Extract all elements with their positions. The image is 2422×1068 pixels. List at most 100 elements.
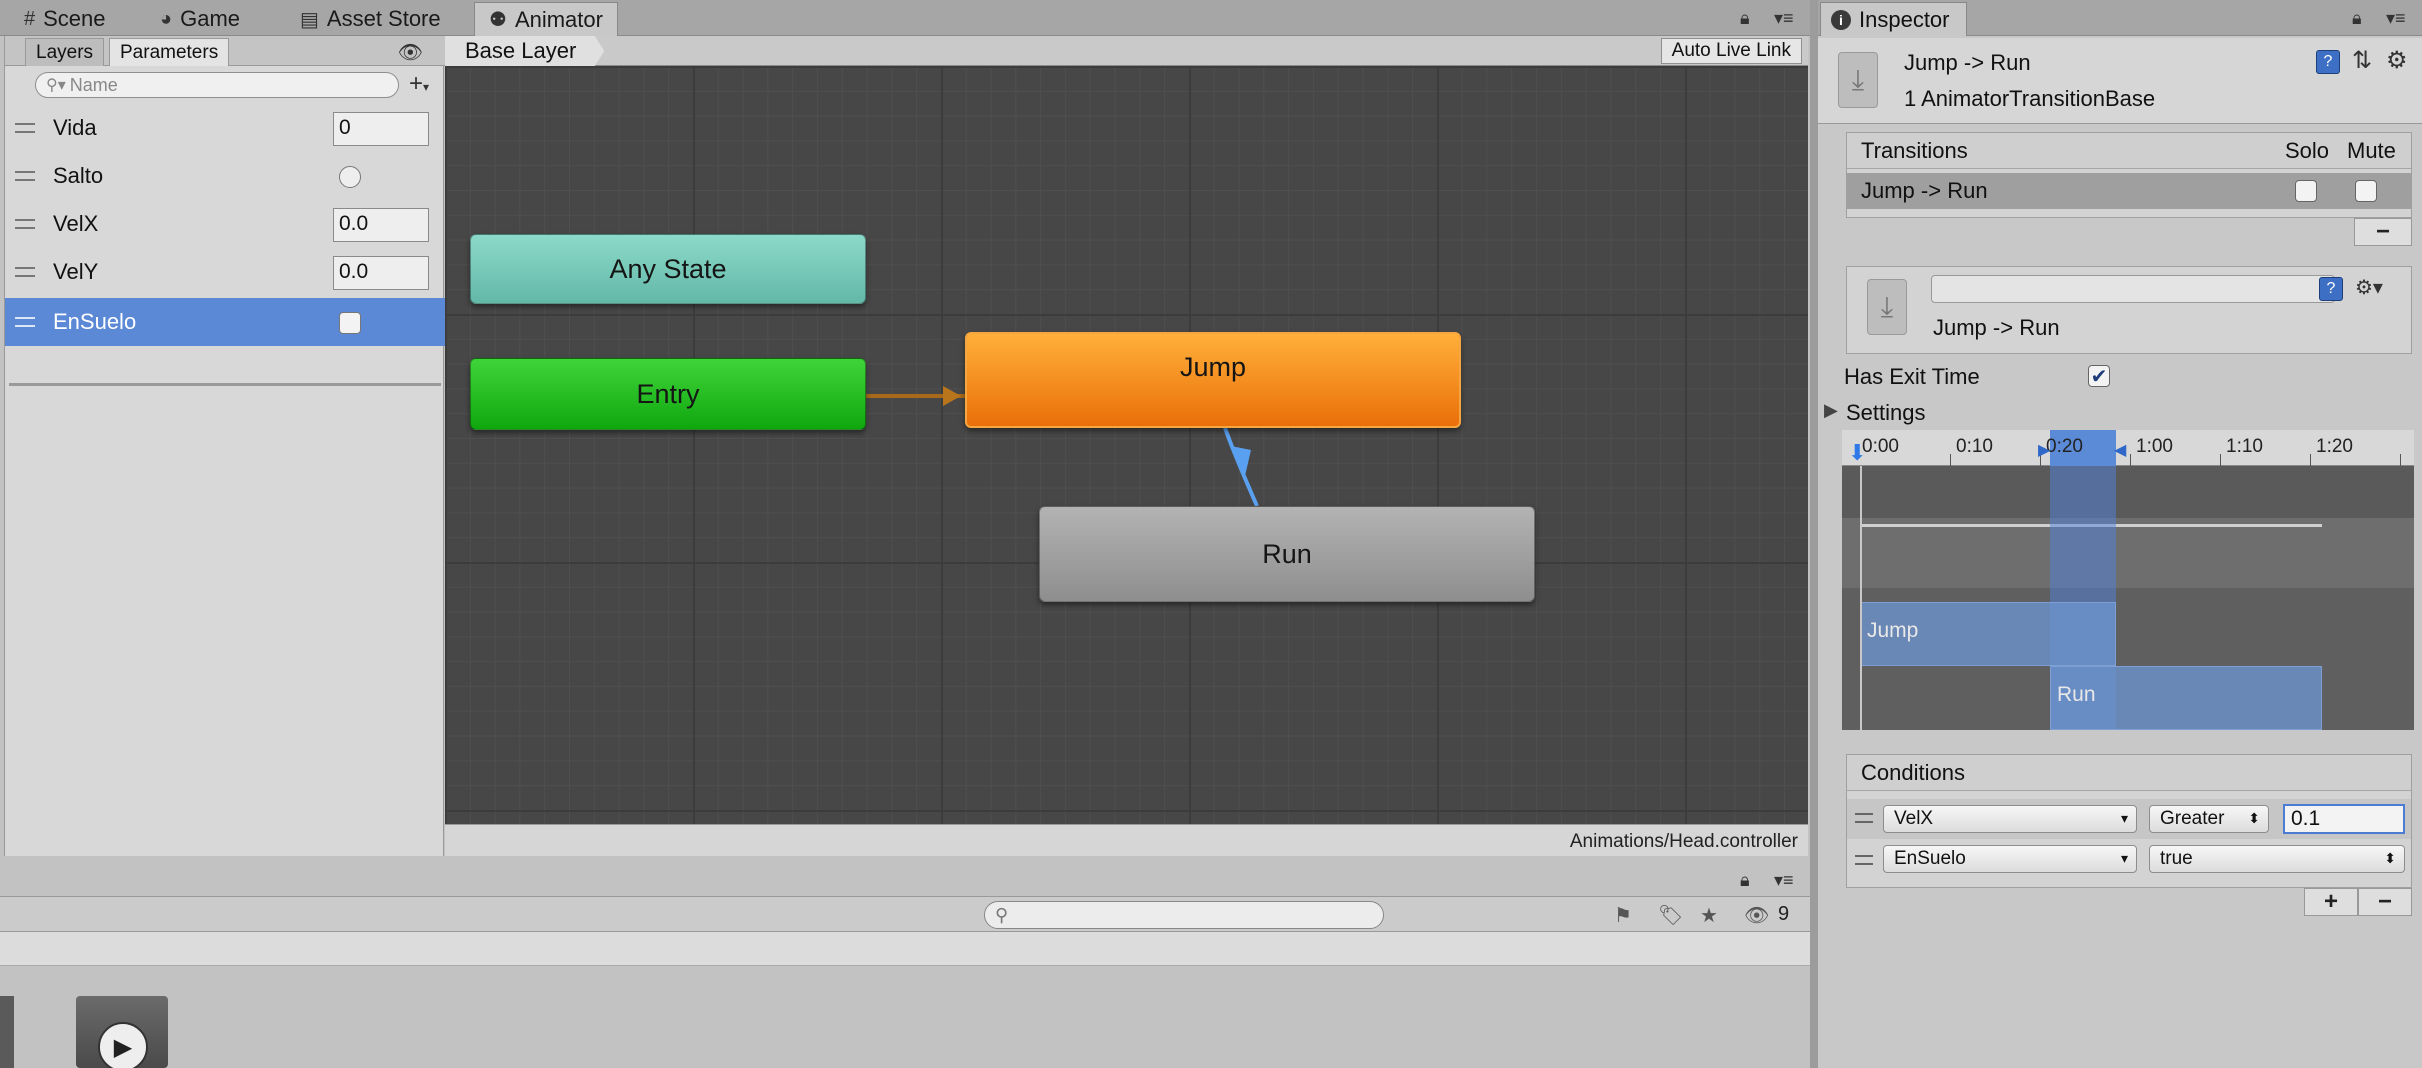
parameter-name: Salto [53, 163, 104, 188]
gear-icon[interactable]: ⚙ [2386, 46, 2408, 75]
parameter-row-ensuelo[interactable]: EnSuelo [5, 298, 445, 346]
run-state-node[interactable]: Run [1039, 506, 1535, 602]
eye-icon[interactable]: 👁︎ [398, 40, 423, 65]
menu-icon[interactable]: ▾≡ [2386, 8, 2406, 29]
add-condition-button[interactable]: + [2304, 888, 2358, 916]
breadcrumb[interactable]: Base Layer [445, 36, 605, 66]
condition-threshold-input[interactable]: 0.1 [2283, 804, 2405, 834]
remove-condition-button[interactable]: − [2358, 888, 2412, 916]
project-search-input[interactable]: ⚲ [984, 901, 1384, 929]
inspector-tab-bar: i Inspector 🔒︎ ▾≡ [1818, 0, 2422, 36]
settings-foldout[interactable]: Settings [1846, 400, 1926, 426]
lock-icon[interactable]: 🔒︎ [1740, 870, 1750, 891]
drag-handle-icon[interactable] [15, 219, 35, 229]
add-parameter-icon[interactable]: +▾ [409, 70, 429, 98]
condition-parameter-dropdown[interactable]: VelX ▾ [1883, 805, 2137, 833]
tab-layers[interactable]: Layers [25, 38, 105, 66]
favorites-star-icon[interactable]: ★ [1700, 903, 1718, 928]
play-icon[interactable]: ▶ [98, 1022, 148, 1068]
parameter-int-field[interactable]: 0 [333, 112, 429, 146]
help-icon[interactable]: ? [2319, 277, 2343, 301]
parameter-row-salto[interactable]: Salto [5, 152, 445, 200]
transition-row[interactable]: Jump -> Run [1847, 173, 2411, 209]
destination-clip-bar[interactable]: Run [2050, 666, 2322, 730]
condition-mode-dropdown[interactable]: true ⬍ [2149, 845, 2405, 873]
tab-scene[interactable]: # Scene [10, 2, 120, 36]
menu-icon[interactable]: ▾≡ [1774, 870, 1794, 891]
drag-handle-icon[interactable] [15, 123, 35, 133]
solo-checkbox[interactable] [2295, 180, 2317, 202]
any-state-node[interactable]: Any State [470, 234, 866, 304]
parameter-name: VelX [53, 211, 99, 236]
grid-icon: # [24, 7, 36, 30]
tab-game[interactable]: ◕ Game [146, 2, 254, 36]
tick-mark [2220, 454, 2221, 466]
foldout-arrow-icon[interactable]: ▶ [1824, 400, 1838, 421]
auto-live-link-button[interactable]: Auto Live Link [1660, 38, 1802, 64]
panel-divider[interactable] [1810, 0, 1818, 1068]
layers-parameters-tabs: Layers Parameters 👁︎ [5, 36, 445, 66]
filter-by-type-icon[interactable]: ⚑ [1614, 903, 1632, 928]
lock-icon[interactable]: 🔒︎ [1740, 8, 1750, 29]
bool-checkbox[interactable] [339, 312, 361, 334]
playhead-marker-icon[interactable]: ⬇ [1848, 440, 1866, 466]
mute-checkbox[interactable] [2355, 180, 2377, 202]
jump-state-node[interactable]: Jump [965, 332, 1461, 428]
tick-mark [2130, 454, 2131, 466]
tab-animator-label: Animator [514, 6, 603, 32]
transition-start-handle-icon[interactable]: ▶ [2038, 440, 2050, 460]
parameter-row-vely[interactable]: VelY 0.0 [5, 248, 445, 296]
drag-handle-icon[interactable] [15, 317, 35, 327]
animator-icon: ⚉ [489, 9, 507, 31]
asset-thumbnail[interactable] [0, 996, 14, 1068]
parameter-float-field[interactable]: 0.0 [333, 208, 429, 242]
tab-inspector[interactable]: i Inspector [1820, 2, 1967, 36]
filter-by-label-icon[interactable]: 🏷︎ [1658, 903, 1683, 928]
preset-icon[interactable]: ⇅ [2352, 46, 2372, 75]
transition-end-handle-icon[interactable]: ◀ [2114, 440, 2126, 460]
condition-mode-value: true [2160, 848, 2193, 869]
hidden-eye-icon[interactable]: 👁︎ [1744, 903, 1769, 928]
drag-handle-icon[interactable] [1855, 855, 1873, 865]
transition-timeline[interactable]: Jump Run 0:00 0:10 0:20 1:00 1:10 1:20 ⬇… [1842, 430, 2414, 730]
condition-row[interactable]: EnSuelo ▾ true ⬍ [1847, 841, 2411, 881]
tick-mark [2400, 454, 2401, 466]
transition-row-label: Jump -> Run [1861, 178, 1988, 203]
menu-icon[interactable]: ▾≡ [1774, 8, 1794, 29]
trigger-radio[interactable] [339, 166, 361, 188]
tab-animator[interactable]: ⚉ Animator [474, 2, 618, 36]
tick-label: 1:10 [2226, 436, 2263, 457]
help-icon[interactable]: ? [2316, 50, 2340, 74]
inspector-title: Jump -> Run [1904, 50, 2031, 75]
parameter-float-field[interactable]: 0.0 [333, 256, 429, 290]
playhead-line [1860, 466, 1862, 730]
transition-name-field[interactable] [1931, 275, 2335, 303]
condition-parameter-dropdown[interactable]: EnSuelo ▾ [1883, 845, 2137, 873]
source-clip-bar[interactable]: Jump [1860, 602, 2116, 666]
solo-header: Solo [2285, 137, 2330, 163]
state-machine-graph[interactable]: Any State Entry Jump Run [445, 66, 1808, 824]
lock-icon[interactable]: 🔒︎ [2352, 8, 2362, 29]
inspector-panel: i Inspector 🔒︎ ▾≡ ⤓ Jump -> Run 1 Animat… [1818, 0, 2422, 1068]
condition-row[interactable]: VelX ▾ Greater ⬍ 0.1 [1847, 799, 2411, 839]
drag-handle-icon[interactable] [15, 171, 35, 181]
parameter-row-vida[interactable]: Vida 0 [5, 104, 445, 152]
drag-handle-icon[interactable] [15, 267, 35, 277]
has-exit-time-checkbox[interactable]: ✔ [2088, 365, 2110, 388]
parameter-search-input[interactable]: ⚲▾ Name [35, 72, 399, 98]
gear-icon[interactable]: ⚙▾ [2355, 275, 2383, 300]
transition-detail-header: ⤓ ? ⚙▾ Jump -> Run [1846, 266, 2412, 354]
inspector-subtitle: 1 AnimatorTransitionBase [1904, 86, 2156, 111]
transitions-header-label: Transitions [1861, 137, 1968, 163]
drag-handle-icon[interactable] [1855, 813, 1873, 823]
entry-node[interactable]: Entry [470, 358, 866, 430]
tab-parameters[interactable]: Parameters [109, 38, 230, 66]
dropdown-arrow-icon: ▾ [2120, 850, 2128, 866]
remove-transition-button[interactable]: − [2354, 218, 2412, 246]
graph-status-bar: Animations/Head.controller [445, 824, 1808, 856]
condition-parameter-value: VelX [1894, 808, 1934, 829]
parameter-row-velx[interactable]: VelX 0.0 [5, 200, 445, 248]
tab-asset-store[interactable]: ▤ Asset Store [286, 2, 455, 36]
condition-mode-dropdown[interactable]: Greater ⬍ [2149, 805, 2269, 833]
transitions-header: Transitions Solo Mute [1847, 133, 2411, 169]
